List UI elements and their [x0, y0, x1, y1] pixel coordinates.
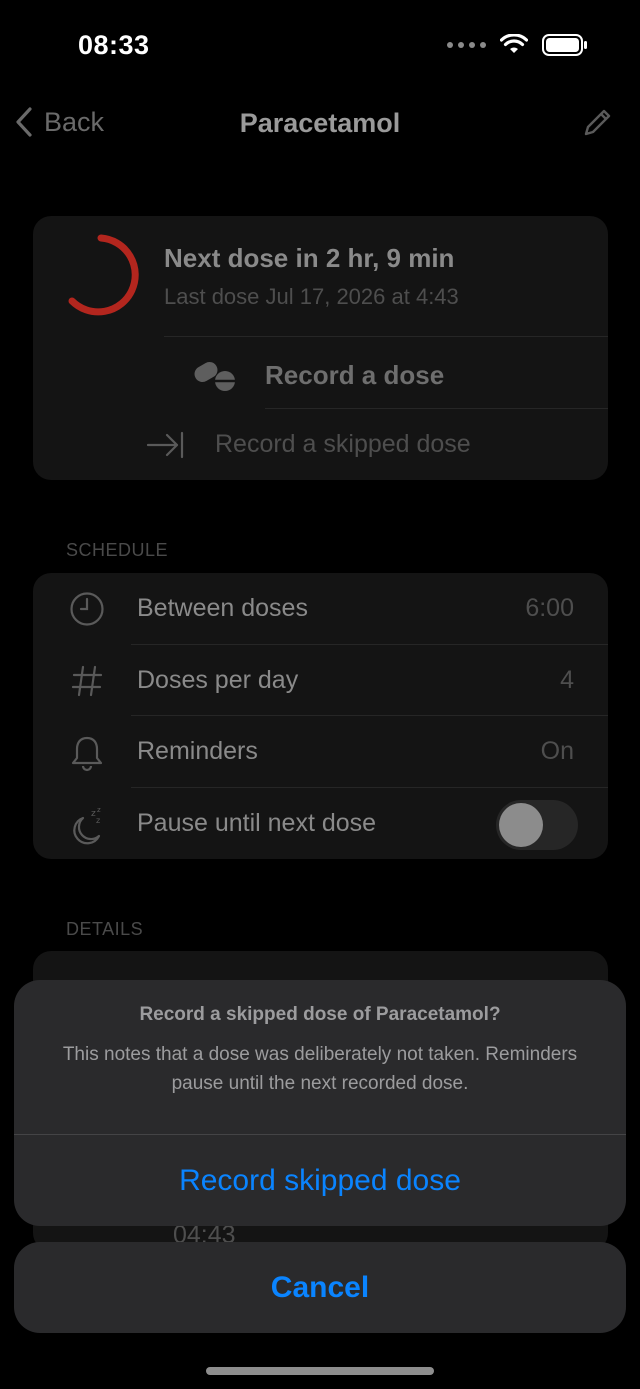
divider — [164, 336, 608, 337]
svg-text:z: z — [96, 816, 100, 825]
row-label: Doses per day — [137, 665, 299, 694]
action-sheet: Record a skipped dose of Paracetamol? Th… — [14, 980, 626, 1226]
dose-status-card: Next dose in 2 hr, 9 min Last dose Jul 1… — [33, 216, 608, 480]
edit-button[interactable] — [582, 108, 612, 143]
details-section-header: DETAILS — [66, 919, 144, 939]
status-icons — [447, 34, 588, 56]
row-label: Pause until next dose — [137, 808, 377, 837]
status-bar: 08:33 — [0, 0, 640, 96]
record-skipped-dose-confirm-button[interactable]: Record skipped dose — [14, 1135, 626, 1226]
row-label: Reminders — [137, 737, 258, 765]
next-dose-text: Next dose in 2 hr, 9 min — [164, 243, 455, 273]
schedule-section-header: SCHEDULE — [66, 540, 169, 560]
hash-icon — [71, 665, 103, 696]
schedule-row-doses-per-day[interactable]: Doses per day 4 — [33, 645, 608, 716]
home-indicator[interactable] — [206, 1367, 434, 1375]
record-skipped-dose-label: Record a skipped dose — [215, 430, 471, 458]
record-skipped-dose-button[interactable]: Record a skipped dose — [33, 410, 608, 480]
row-label: Between doses — [137, 594, 308, 622]
schedule-row-between-doses[interactable]: Between doses 6:00 — [33, 573, 608, 645]
page-title: Paracetamol — [239, 108, 401, 138]
toggle-knob — [499, 802, 543, 847]
schedule-row-pause: z z z Pause until next dose — [33, 788, 608, 860]
schedule-card: Between doses 6:00 Doses per day 4 Remin… — [33, 573, 608, 859]
battery-icon — [542, 34, 587, 56]
svg-text:z: z — [97, 806, 101, 814]
skip-forward-arrow-icon — [146, 431, 184, 459]
clock-icon — [70, 592, 104, 626]
record-dose-button[interactable]: Record a dose — [164, 338, 608, 410]
divider — [265, 408, 608, 409]
wifi-icon — [500, 34, 528, 53]
action-sheet-title: Record a skipped dose of Paracetamol? — [139, 1004, 501, 1025]
pills-icon — [194, 362, 235, 391]
last-dose-text: Last dose Jul 17, 2026 at 4:43 — [164, 284, 459, 309]
bell-icon — [71, 736, 103, 772]
navigation-bar: Back Paracetamol — [0, 96, 640, 152]
row-value: 4 — [560, 665, 574, 694]
cancel-button[interactable]: Cancel — [14, 1242, 626, 1333]
pencil-icon — [584, 109, 611, 136]
row-value: 6:00 — [525, 594, 574, 622]
schedule-row-reminders[interactable]: Reminders On — [33, 716, 608, 788]
moon-zzz-icon: z z z — [73, 806, 101, 844]
record-dose-label: Record a dose — [265, 360, 445, 390]
pause-until-next-dose-toggle[interactable] — [496, 799, 578, 850]
cellular-signal-icon — [447, 42, 486, 48]
action-sheet-message: This notes that a dose was deliberately … — [62, 1044, 578, 1094]
status-time: 08:33 — [78, 30, 150, 60]
countdown-ring — [68, 234, 139, 316]
row-value: On — [540, 737, 574, 765]
